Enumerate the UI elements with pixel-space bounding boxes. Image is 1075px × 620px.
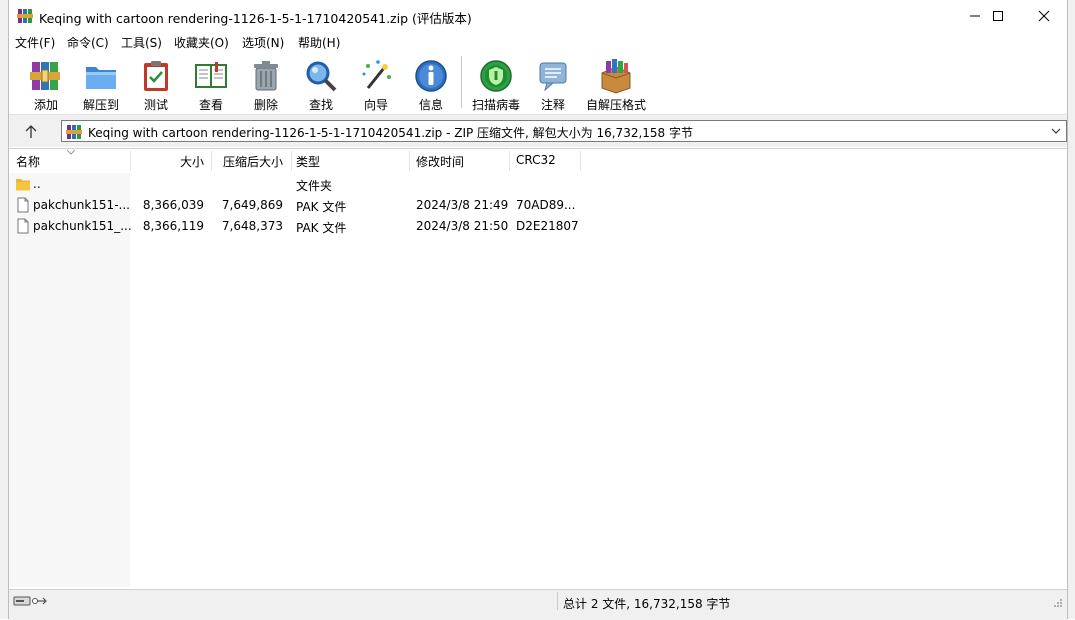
column-header-type[interactable]: 类型	[296, 153, 320, 170]
row-packed-size: 7,649,869	[221, 198, 283, 212]
column-header-size[interactable]: 大小	[130, 153, 204, 170]
drive-status-icon[interactable]	[13, 594, 53, 608]
window-title: Keqing with cartoon rendering-1126-1-5-1…	[39, 11, 472, 26]
magnifier-icon	[306, 61, 337, 92]
file-list[interactable]: 名称 大小 压缩后大小 类型 修改时间 CRC32 .. 文件夹 pakchun…	[9, 148, 1067, 587]
table-row[interactable]: pakchunk151-... 8,366,039 7,649,869 PAK …	[9, 195, 1067, 216]
row-crc32: D2E21807	[516, 219, 579, 233]
column-divider[interactable]	[409, 151, 410, 171]
table-row[interactable]: .. 文件夹	[9, 174, 1067, 195]
view-label: 查看	[198, 98, 223, 112]
file-icon	[17, 218, 29, 234]
menu-tools[interactable]: 工具(S)	[121, 34, 162, 51]
add-label: 添加	[33, 98, 58, 112]
row-modified: 2024/3/8 21:50	[416, 219, 509, 233]
file-icon	[17, 197, 29, 213]
extract-to-button[interactable]: 解压到	[73, 56, 129, 112]
add-archive-icon	[30, 62, 60, 90]
comment-button[interactable]: 注释	[525, 56, 581, 112]
row-size: 8,366,039	[142, 198, 204, 212]
title-bar[interactable]: Keqing with cartoon rendering-1126-1-5-1…	[9, 0, 1067, 32]
archive-path-text: Keqing with cartoon rendering-1126-1-5-1…	[88, 126, 693, 140]
sort-arrow-icon	[67, 149, 75, 155]
toolbar: 添加 解压到 测试 查看 删除 查找 向导 信息 扫描病毒 注释 自解压格式	[9, 52, 1067, 114]
info-icon	[415, 60, 447, 92]
info-button[interactable]: 信息	[403, 56, 459, 112]
list-header: 名称 大小 压缩后大小 类型 修改时间 CRC32	[9, 149, 1067, 173]
virus-scan-button[interactable]: 扫描病毒	[468, 56, 524, 112]
menu-help[interactable]: 帮助(H)	[298, 34, 340, 51]
find-button[interactable]: 查找	[293, 56, 349, 112]
table-row[interactable]: pakchunk151_... 8,366,119 7,648,373 PAK …	[9, 216, 1067, 237]
virus-scan-icon	[480, 60, 512, 92]
status-bar: 总计 2 文件, 16,732,158 字节	[9, 589, 1067, 620]
test-label: 测试	[143, 98, 168, 112]
delete-button[interactable]: 删除	[238, 56, 294, 112]
chevron-down-icon[interactable]	[1050, 125, 1062, 137]
status-summary: 总计 2 文件, 16,732,158 字节	[563, 597, 731, 611]
row-type: 文件夹	[296, 179, 333, 193]
column-header-packed[interactable]: 压缩后大小	[211, 153, 283, 170]
row-type: PAK 文件	[296, 200, 347, 214]
resize-grip-icon[interactable]	[1053, 598, 1063, 608]
winrar-app-icon	[17, 9, 33, 23]
sfx-label: 自解压格式	[585, 98, 646, 112]
column-divider[interactable]	[291, 151, 292, 171]
comment-icon	[539, 62, 567, 92]
winrar-window: Keqing with cartoon rendering-1126-1-5-1…	[9, 0, 1067, 620]
background-window-right	[1067, 0, 1075, 619]
column-divider[interactable]	[580, 151, 581, 171]
row-crc32: 70AD89...	[516, 198, 576, 212]
view-book-icon	[195, 62, 227, 88]
delete-label: 删除	[253, 98, 278, 112]
toolbar-separator	[461, 56, 462, 108]
menu-file[interactable]: 文件(F)	[15, 34, 55, 51]
maximize-icon	[993, 11, 1003, 21]
path-combobox[interactable]: Keqing with cartoon rendering-1126-1-5-1…	[61, 120, 1067, 142]
close-button[interactable]	[1021, 0, 1067, 32]
column-header-crc32[interactable]: CRC32	[516, 153, 556, 167]
test-button[interactable]: 测试	[128, 56, 184, 112]
row-name: pakchunk151-...	[33, 198, 130, 212]
menu-options[interactable]: 选项(N)	[242, 34, 284, 51]
maximize-button[interactable]	[975, 0, 1021, 32]
menu-bar: 文件(F) 命令(C) 工具(S) 收藏夹(O) 选项(N) 帮助(H)	[9, 32, 1067, 52]
extract-to-label: 解压到	[82, 98, 119, 112]
column-header-modified[interactable]: 修改时间	[416, 153, 464, 170]
find-label: 查找	[308, 98, 333, 112]
trash-icon	[254, 61, 278, 91]
up-folder-button[interactable]	[13, 121, 49, 143]
folder-icon	[16, 179, 30, 191]
column-divider[interactable]	[509, 151, 510, 171]
close-icon	[1038, 10, 1050, 22]
row-modified: 2024/3/8 21:49	[416, 198, 509, 212]
view-button[interactable]: 查看	[183, 56, 239, 112]
row-size: 8,366,119	[142, 219, 204, 233]
sfx-button[interactable]: 自解压格式	[586, 56, 646, 112]
sfx-box-icon	[601, 59, 631, 94]
add-button[interactable]: 添加	[18, 56, 74, 112]
virus-scan-label: 扫描病毒	[471, 98, 520, 112]
row-packed-size: 7,648,373	[221, 219, 283, 233]
comment-label: 注释	[540, 98, 565, 112]
wizard-wand-icon	[362, 60, 391, 89]
zip-archive-icon	[66, 125, 82, 139]
extract-folder-icon	[86, 67, 116, 89]
menu-favorites[interactable]: 收藏夹(O)	[174, 34, 229, 51]
address-bar: Keqing with cartoon rendering-1126-1-5-1…	[9, 114, 1067, 147]
menu-command[interactable]: 命令(C)	[67, 34, 109, 51]
background-window-right-edge	[1067, 0, 1068, 619]
up-arrow-icon	[25, 125, 37, 138]
status-divider	[557, 592, 558, 610]
row-type: PAK 文件	[296, 221, 347, 235]
row-name: pakchunk151_...	[33, 219, 132, 233]
wizard-label: 向导	[363, 98, 388, 112]
wizard-button[interactable]: 向导	[348, 56, 404, 112]
test-clipboard-icon	[144, 61, 168, 91]
row-name: ..	[33, 177, 41, 191]
column-header-name[interactable]: 名称	[16, 153, 40, 170]
info-label: 信息	[418, 98, 443, 112]
